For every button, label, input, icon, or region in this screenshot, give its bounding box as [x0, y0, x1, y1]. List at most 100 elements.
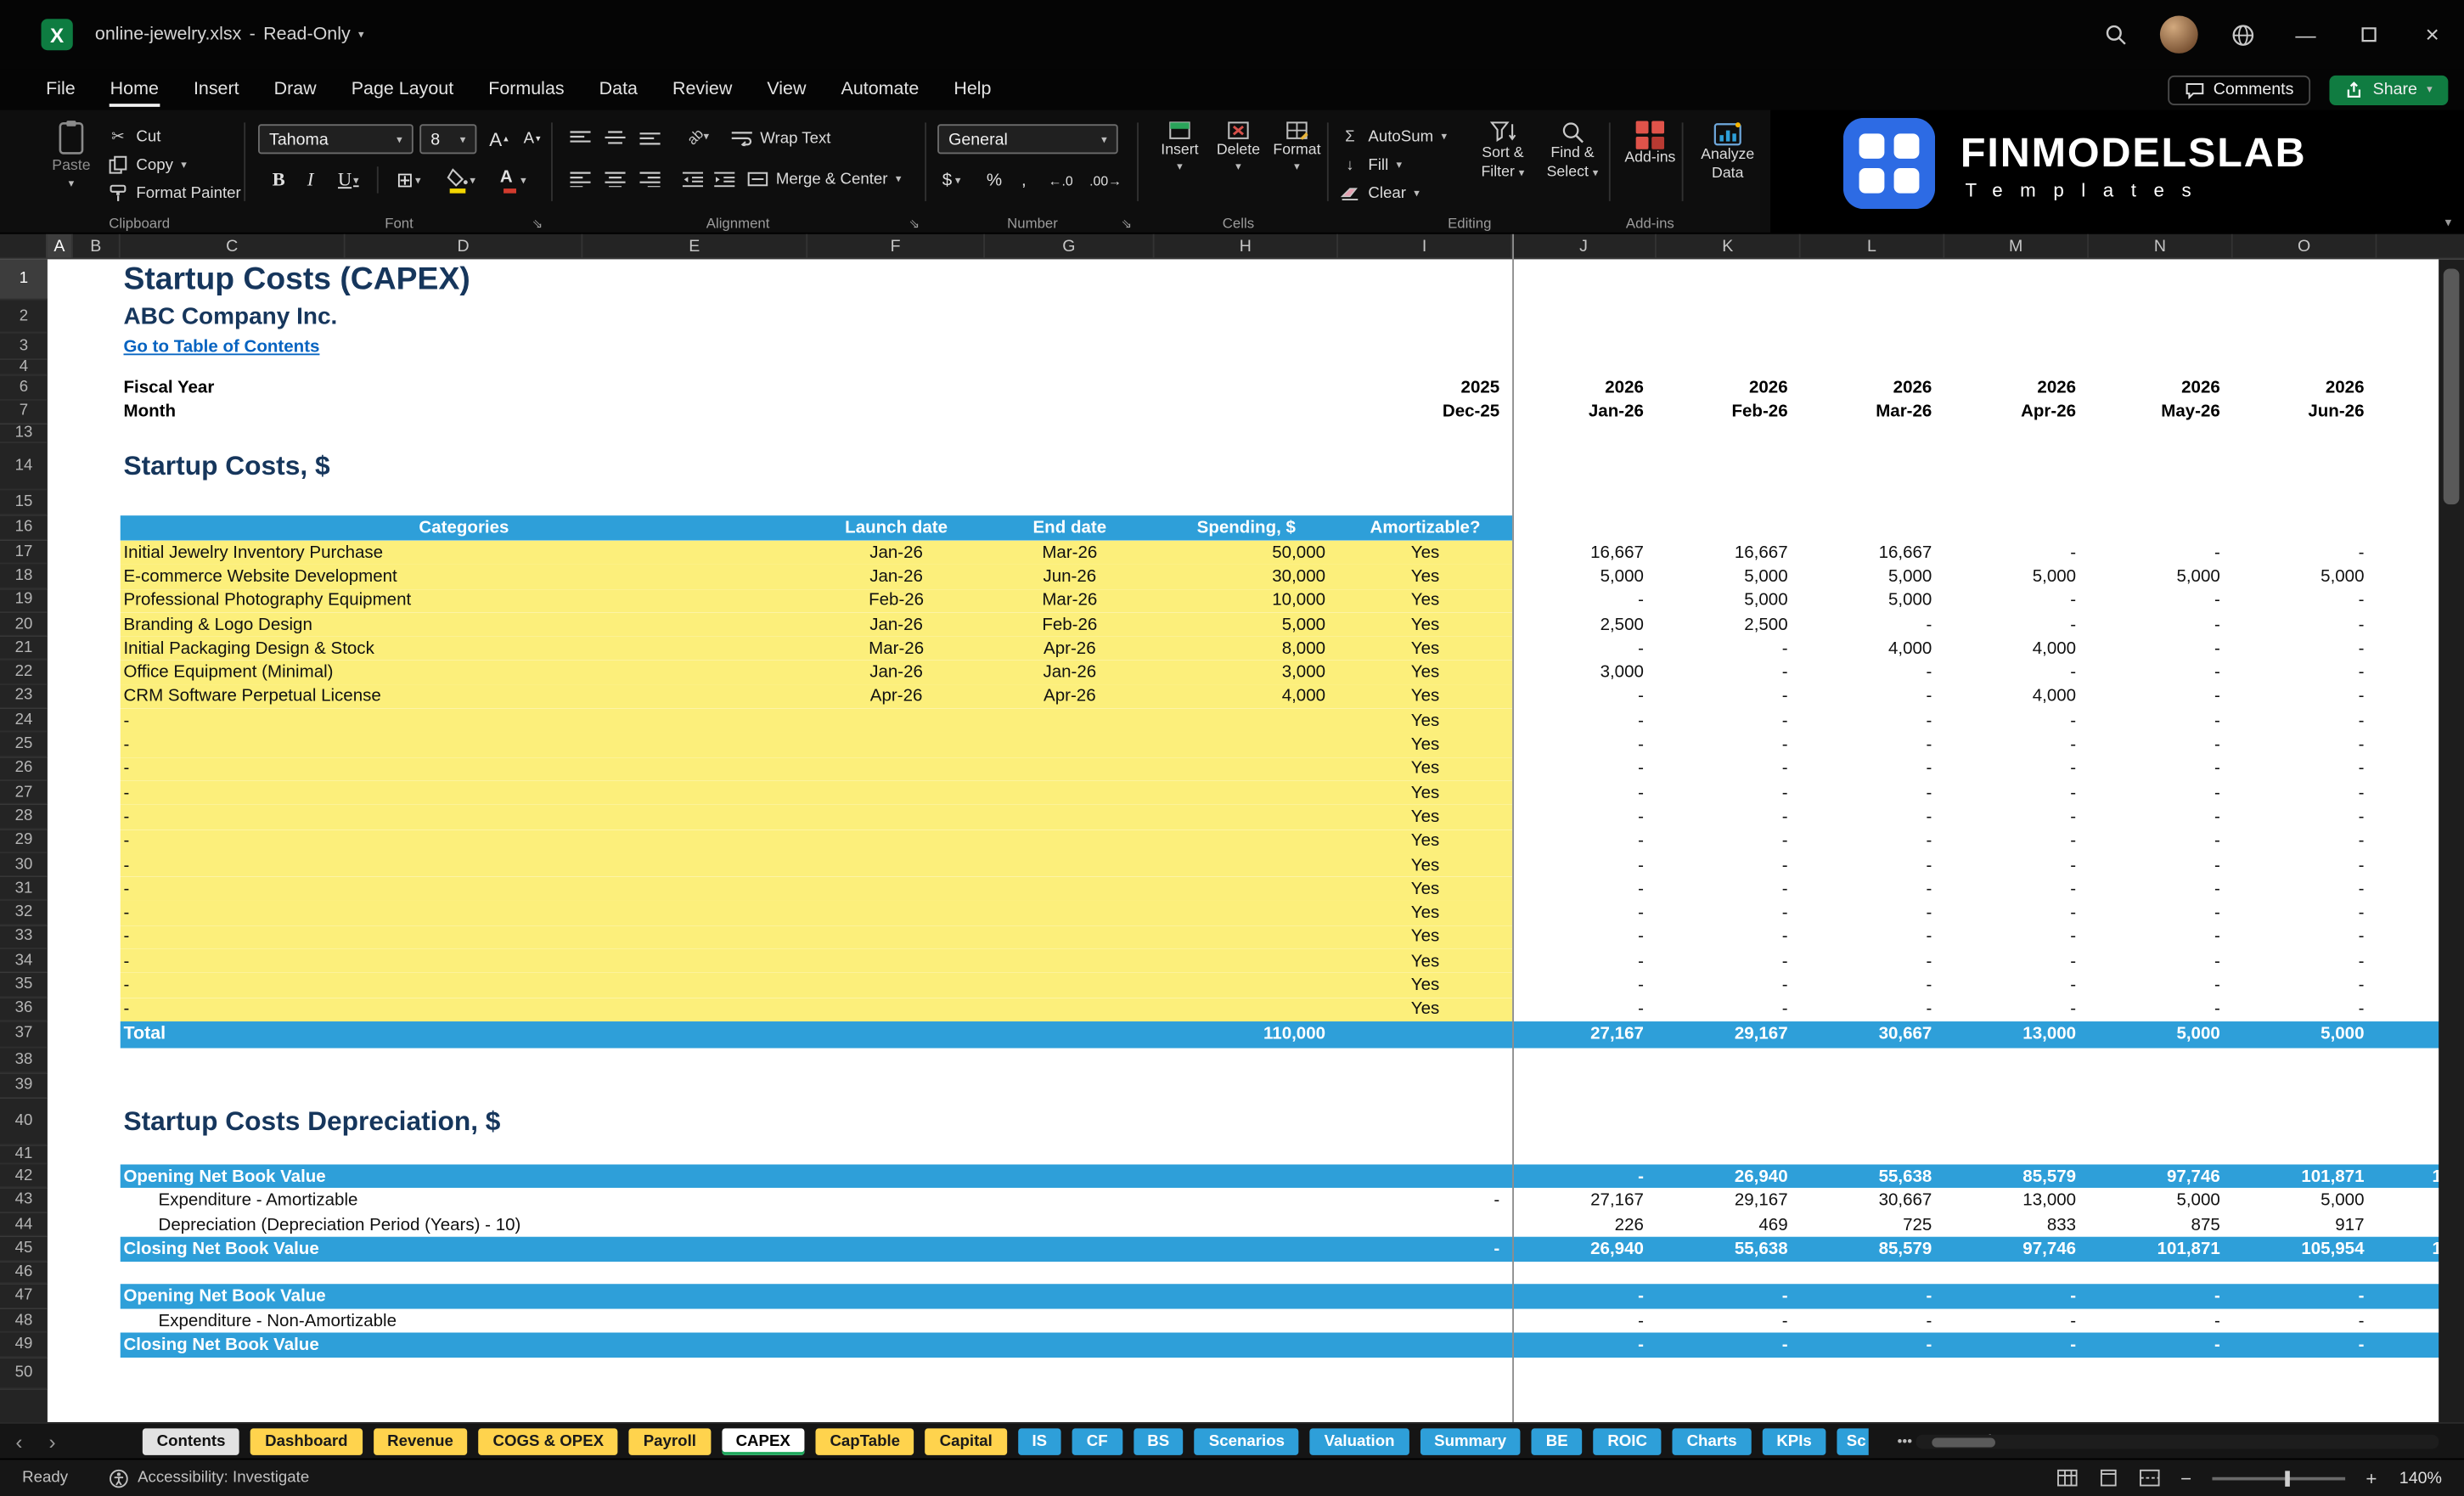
cell-launch-date[interactable] — [807, 877, 985, 901]
align-middle-button[interactable] — [600, 126, 630, 151]
column-header-B[interactable]: B — [73, 233, 121, 258]
column-header-A[interactable]: A — [47, 233, 73, 258]
section-title[interactable]: Startup Costs, $ — [123, 443, 1073, 491]
dep-row-label[interactable]: Closing Net Book Value — [123, 1333, 788, 1358]
row-header-49[interactable]: 49 — [0, 1333, 48, 1358]
cell-value[interactable]: 85,579 — [1944, 1164, 2089, 1189]
cell-value[interactable]: - — [1801, 661, 1945, 684]
header-amortizable[interactable]: Amortizable? — [1338, 515, 1512, 541]
cell-launch-date[interactable] — [807, 901, 985, 925]
cell-launch-date[interactable] — [807, 925, 985, 949]
cell-value[interactable]: - — [2089, 829, 2233, 852]
cell-value[interactable]: - — [2233, 829, 2377, 852]
cell-end-date[interactable] — [985, 805, 1155, 829]
cell-value[interactable]: - — [2233, 541, 2377, 565]
accounting-format-button[interactable]: $ ▾ — [942, 166, 961, 194]
cell-launch-date[interactable] — [807, 781, 985, 805]
cell-value[interactable]: - — [1944, 541, 2089, 565]
cell-amortizable[interactable]: Yes — [1338, 588, 1512, 612]
cell-end-date[interactable]: Feb-26 — [985, 613, 1155, 637]
menu-tab-file[interactable]: File — [29, 74, 93, 105]
cell-value[interactable]: - — [2089, 853, 2233, 877]
cell-category[interactable]: Initial Packaging Design & Stock — [123, 637, 804, 661]
cell-category[interactable]: Branding & Logo Design — [123, 613, 804, 637]
cell-amortizable[interactable]: Yes — [1338, 949, 1512, 973]
row-header-19[interactable]: 19 — [0, 588, 48, 613]
cell-year[interactable]: 2025 — [1338, 375, 1512, 400]
cell-value[interactable]: 26,940 — [1657, 1164, 1801, 1189]
cell-value[interactable]: - — [2233, 733, 2377, 756]
delete-cells-button[interactable]: Delete ▾ — [1210, 121, 1267, 173]
cell-value[interactable]: - — [2233, 613, 2377, 637]
sheet-tab-revenue[interactable]: Revenue — [373, 1427, 468, 1454]
dep-row-label[interactable]: Depreciation (Depreciation Period (Years… — [159, 1213, 824, 1238]
cell-value[interactable]: - — [1512, 637, 1657, 661]
percent-style-button[interactable]: % — [987, 166, 1002, 194]
comma-style-button[interactable]: , — [1021, 166, 1027, 194]
cell-value[interactable]: - — [2233, 685, 2377, 709]
cell-value[interactable]: - — [2233, 756, 2377, 780]
row-header-13[interactable]: 13 — [0, 424, 48, 443]
cell-end-date[interactable] — [985, 781, 1155, 805]
sheet-title[interactable]: Startup Costs (CAPEX) — [123, 259, 1232, 300]
cell-value[interactable]: - — [2233, 925, 2377, 949]
align-bottom-button[interactable] — [635, 126, 665, 151]
cell-value[interactable]: - — [1944, 661, 2089, 684]
total-value[interactable]: 30,667 — [1801, 1021, 1945, 1048]
cell-amortizable[interactable]: Yes — [1338, 998, 1512, 1021]
more-sheets-button[interactable]: ••• — [1897, 1433, 1912, 1449]
cell-value[interactable]: - — [2233, 853, 2377, 877]
document-title[interactable]: online-jewelry.xlsx - Read-Only ▾ — [95, 25, 364, 44]
header-categories[interactable]: Categories — [121, 515, 807, 541]
cell-value[interactable]: - — [1801, 685, 1945, 709]
cell-amortizable[interactable]: Yes — [1338, 925, 1512, 949]
cell-category[interactable]: - — [123, 973, 804, 997]
cell-value[interactable]: 30,667 — [1801, 1189, 1945, 1213]
cell-value[interactable]: 725 — [1801, 1213, 1945, 1238]
cell-value[interactable]: - — [1657, 998, 1801, 1021]
cell-amortizable[interactable]: Yes — [1338, 613, 1512, 637]
cell-month[interactable]: Dec-25 — [1338, 400, 1512, 425]
row-header-2[interactable]: 2 — [0, 300, 48, 334]
cell-end-date[interactable]: Jun-26 — [985, 565, 1155, 588]
cell-category[interactable]: - — [123, 756, 804, 780]
cell-value[interactable]: - — [2089, 685, 2233, 709]
cell-month[interactable]: Apr-26 — [1944, 400, 2089, 425]
cell-value[interactable]: - — [1944, 1333, 2089, 1358]
header-spending[interactable]: Spending, $ — [1155, 515, 1338, 541]
row-header-24[interactable]: 24 — [0, 708, 48, 734]
cell-value[interactable]: 469 — [1657, 1213, 1801, 1238]
cell-spending[interactable] — [1155, 925, 1338, 949]
cell-value[interactable]: - — [1944, 973, 2089, 997]
company-name[interactable]: ABC Company Inc. — [123, 301, 915, 334]
menu-tab-review[interactable]: Review — [655, 74, 749, 105]
cell-launch-date[interactable] — [807, 829, 985, 852]
minimize-button[interactable]: — — [2274, 0, 2337, 69]
alignment-dialog-launcher[interactable]: ⇘ — [909, 217, 920, 231]
tab-scroll-left-button[interactable]: ‹ — [5, 1429, 34, 1453]
cell-value[interactable]: - — [1657, 805, 1801, 829]
cell-value[interactable]: - — [1657, 829, 1801, 852]
row-header-6[interactable]: 6 — [0, 375, 48, 401]
cell-end-date[interactable]: Mar-26 — [985, 541, 1155, 565]
cell-value[interactable]: 5,000 — [1657, 565, 1801, 588]
menu-tab-page-layout[interactable]: Page Layout — [334, 74, 471, 105]
paste-button[interactable]: Paste ▾ — [41, 120, 101, 190]
cell-value[interactable]: - — [1944, 613, 2089, 637]
cell-value[interactable]: - — [2089, 613, 2233, 637]
cell-spending[interactable]: 10,000 — [1155, 588, 1338, 612]
row-header-28[interactable]: 28 — [0, 805, 48, 830]
cell-end-date[interactable]: Apr-26 — [985, 685, 1155, 709]
cell-category[interactable]: CRM Software Perpetual License — [123, 685, 804, 709]
row-header-21[interactable]: 21 — [0, 636, 48, 661]
align-top-button[interactable] — [565, 126, 595, 151]
font-dialog-launcher[interactable]: ⇘ — [532, 217, 543, 231]
cell-amortizable[interactable]: Yes — [1338, 901, 1512, 925]
row-header-23[interactable]: 23 — [0, 684, 48, 709]
cell-value[interactable]: - — [2233, 998, 2377, 1021]
decrease-indent-button[interactable] — [678, 166, 707, 192]
cell-amortizable[interactable]: Yes — [1338, 685, 1512, 709]
excel-app-icon[interactable]: X — [41, 19, 73, 51]
italic-button[interactable]: I — [296, 165, 325, 194]
row-header-15[interactable]: 15 — [0, 490, 48, 516]
